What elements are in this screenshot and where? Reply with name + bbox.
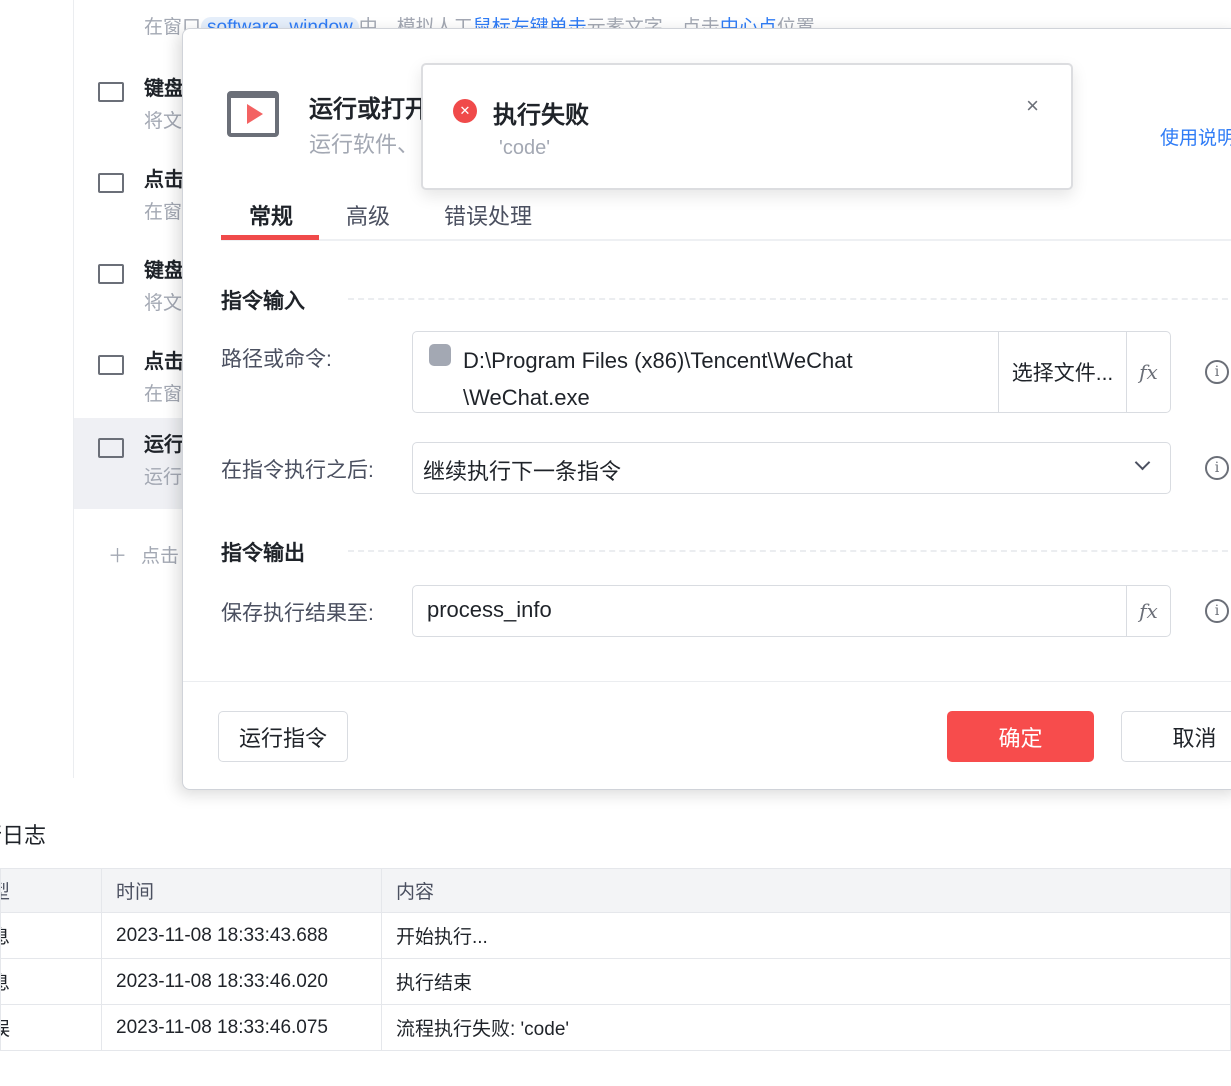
add-label: 点击 xyxy=(141,546,180,567)
choose-file-button[interactable]: 选择文件... xyxy=(998,332,1126,412)
table-row[interactable]: 误2023-11-08 18:33:46.075流程执行失败: 'code' xyxy=(0,1004,1231,1051)
after-value: 继续执行下一条指令 xyxy=(423,459,622,484)
cell: 误 xyxy=(0,1004,102,1051)
keyboard-icon xyxy=(98,82,124,102)
info-icon[interactable]: i xyxy=(1205,360,1229,384)
path-value: \WeChat.exe xyxy=(463,385,590,410)
after-label: 在指令执行之后: xyxy=(221,459,374,482)
run-command-button[interactable]: 运行指令 xyxy=(218,711,348,762)
cell: 流程执行失败: 'code' xyxy=(381,1004,1231,1051)
path-value: D:\Program Files (x86)\Tencent\WeChat xyxy=(463,348,853,373)
log-title: 行日志 xyxy=(0,823,47,848)
info-icon[interactable]: i xyxy=(1205,599,1229,623)
python-icon xyxy=(429,344,451,366)
confirm-button[interactable]: 确定 xyxy=(947,711,1094,762)
run-icon xyxy=(227,91,279,137)
cell: 执行结束 xyxy=(381,958,1231,1005)
save-value: process_info xyxy=(427,597,552,622)
item-desc: 在窗 xyxy=(144,202,183,223)
divider xyxy=(348,298,1231,300)
item-desc: 在窗 xyxy=(144,384,183,405)
error-toast: ✕ 执行失败 'code' × xyxy=(421,63,1073,190)
table-row[interactable]: 息2023-11-08 18:33:43.688开始执行... xyxy=(0,912,1231,959)
after-select[interactable]: 继续执行下一条指令 xyxy=(412,442,1171,494)
item-desc: 将文 xyxy=(144,111,183,132)
run-icon xyxy=(98,438,124,458)
cell: 2023-11-08 18:33:43.688 xyxy=(101,912,382,959)
item-title: 键盘 xyxy=(144,78,184,100)
item-title: 点击 xyxy=(144,169,184,191)
divider xyxy=(183,681,1231,682)
toast-title: 执行失败 xyxy=(493,102,589,129)
fx-icon[interactable]: fx xyxy=(1126,332,1170,412)
toast-message: 'code' xyxy=(499,137,551,159)
tab-advanced[interactable]: 高级 xyxy=(346,199,390,231)
log-panel: 行日志 型时间内容 息2023-11-08 18:33:43.688开始执行..… xyxy=(0,790,1231,1086)
dialog-subtitle: 运行软件、 xyxy=(309,132,420,157)
item-desc: 运行 xyxy=(144,467,183,488)
click-window-icon xyxy=(98,355,124,375)
section-output: 指令输出 xyxy=(221,542,305,565)
cancel-button[interactable]: 取消 xyxy=(1121,711,1231,762)
table-row[interactable]: 息2023-11-08 18:33:46.020执行结束 xyxy=(0,958,1231,1005)
chevron-down-icon xyxy=(1134,454,1151,471)
section-input: 指令输入 xyxy=(221,290,305,313)
help-link[interactable]: 使用说明 xyxy=(1160,123,1231,150)
save-label: 保存执行结果至: xyxy=(221,602,374,625)
item-title: 点击 xyxy=(144,351,184,373)
plus-icon: ＋ xyxy=(108,546,128,567)
col-content: 内容 xyxy=(381,868,1231,913)
col-type: 型 xyxy=(0,868,102,913)
item-title: 运行 xyxy=(144,434,184,456)
save-input[interactable]: process_info fx xyxy=(412,585,1171,637)
table-header: 型时间内容 xyxy=(0,868,1231,913)
col-time: 时间 xyxy=(101,868,382,913)
fx-icon[interactable]: fx xyxy=(1126,586,1170,636)
tab-bar: 常规 高级 错误处理 xyxy=(221,195,1231,241)
add-command-button[interactable]: ＋ 点击 xyxy=(108,541,179,568)
divider xyxy=(348,550,1231,552)
cell: 息 xyxy=(0,912,102,959)
cell: 2023-11-08 18:33:46.020 xyxy=(101,958,382,1005)
keyboard-icon xyxy=(98,264,124,284)
info-icon[interactable]: i xyxy=(1205,456,1229,480)
item-desc: 将文 xyxy=(144,293,183,314)
dialog-title: 运行或打开 xyxy=(309,96,429,123)
path-input[interactable]: D:\Program Files (x86)\Tencent\WeChat \W… xyxy=(412,331,1171,413)
cell: 2023-11-08 18:33:46.075 xyxy=(101,1004,382,1051)
click-window-icon xyxy=(98,173,124,193)
tab-general[interactable]: 常规 xyxy=(249,199,293,231)
tab-indicator xyxy=(221,235,319,240)
error-icon: ✕ xyxy=(453,99,477,123)
path-label: 路径或命令: xyxy=(221,348,332,371)
cell: 开始执行... xyxy=(381,912,1231,959)
log-table: 型时间内容 息2023-11-08 18:33:43.688开始执行... 息2… xyxy=(0,868,1231,1051)
item-title: 键盘 xyxy=(144,260,184,282)
cell: 息 xyxy=(0,958,102,1005)
close-icon[interactable]: × xyxy=(1026,93,1039,119)
tab-error-handling[interactable]: 错误处理 xyxy=(444,199,532,231)
